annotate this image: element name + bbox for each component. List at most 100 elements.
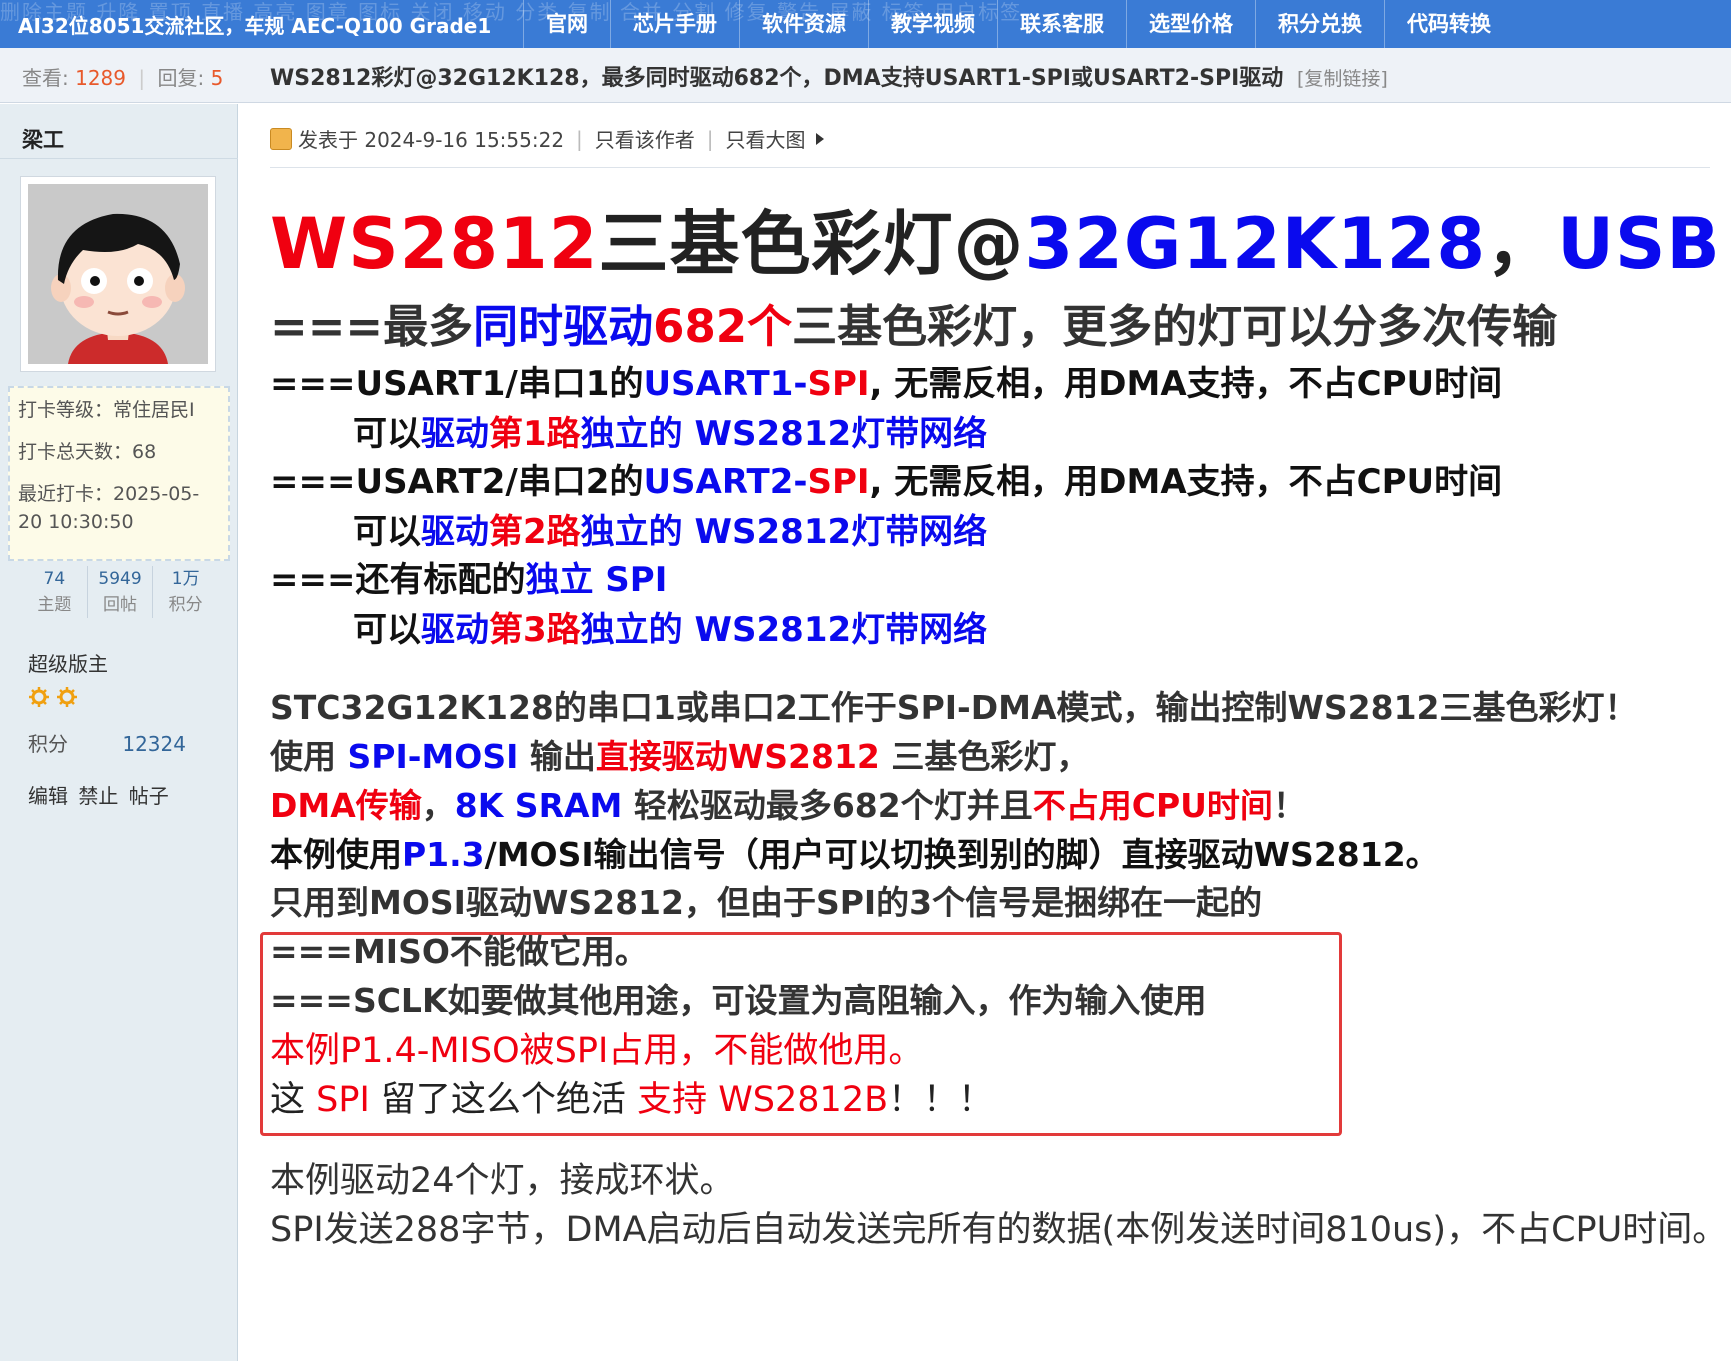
feature-line-channel3: 可以驱动第3路独立的 WS2812灯带网络 [353, 602, 987, 651]
copy-link-button[interactable]: [复制链接] [1297, 68, 1388, 90]
text-part: 独立的 WS2812灯带网络 [580, 512, 988, 552]
thread-title-text: WS2812彩灯@32G12K128，最多同时驱动682个，DMA支持USART… [270, 66, 1284, 91]
ban-user-link[interactable]: 禁止 [78, 784, 118, 808]
score-label: 积分 [28, 732, 68, 756]
paragraph-mosi: 使用 SPI-MOSI 输出直接驱动WS2812 三基色彩灯， [270, 730, 1089, 778]
post-date: 发表于 2024-9-16 15:55:22 [298, 128, 565, 152]
text-part: 支持 WS2812B [637, 1080, 889, 1120]
replies-label: 回复: [157, 66, 205, 90]
author-sidebar: 梁工 打卡等级：常住居民I 打卡总天数：68 最近打卡：2025-05-20 1… [0, 104, 238, 1361]
feature-line-spi: ===还有标配的独立 SPI [270, 552, 667, 601]
views-label: 查看: [22, 66, 69, 90]
user-posts-link[interactable]: 帖子 [129, 784, 169, 808]
text-part: 使用 [270, 737, 348, 776]
topics-count[interactable]: 74 主题 [22, 566, 88, 618]
post-content: 发表于 2024-9-16 15:55:22 | 只看该作者 | 只看大图 WS… [238, 104, 1731, 1361]
text-part: ！！！ [888, 1080, 994, 1120]
text-part: 独立的 WS2812灯带网络 [580, 610, 988, 650]
text-part: USART1- [643, 364, 808, 404]
sidebar-divider [0, 158, 238, 159]
thread-title: WS2812彩灯@32G12K128，最多同时驱动682个，DMA支持USART… [270, 60, 1388, 92]
text-part: 不占用CPU时间 [1032, 786, 1273, 825]
only-author-link[interactable]: 只看该作者 [595, 124, 695, 153]
text-part: 第1路 [489, 414, 581, 454]
text-part: ===USART2/串口2的 [270, 462, 644, 502]
text-part: SPI [807, 364, 870, 404]
text-part: 驱动 [421, 610, 489, 650]
text-part: 独立 SPI [525, 560, 668, 600]
text-part: /MOSI输出信号（用户可以切换到别的脚）直接驱动WS2812。 [484, 835, 1439, 874]
text-part: 驱动 [421, 512, 489, 552]
points-count[interactable]: 1万 积分 [153, 566, 218, 618]
meta-divider: | [576, 126, 583, 151]
text-part: 可以 [353, 512, 421, 552]
text-part: DMA传输 [270, 786, 422, 825]
site-title[interactable]: AI32位8051交流社区，车规 AEC-Q100 Grade1 [18, 10, 523, 39]
posts-count[interactable]: 5949 回帖 [88, 566, 154, 618]
points-number: 1万 [171, 569, 200, 589]
heading-part: 三基色彩灯@ [598, 203, 1025, 285]
post-meta: 发表于 2024-9-16 15:55:22 | 只看该作者 | 只看大图 [270, 124, 824, 153]
nav-item-videos[interactable]: 教学视频 [868, 0, 997, 48]
heading-part: ， [1486, 203, 1558, 285]
author-name[interactable]: 梁工 [22, 124, 64, 154]
feature-line-usart1: ===USART1/串口1的USART1-SPI, 无需反相，用DMA支持，不占… [270, 356, 1502, 405]
heading-part: WS2812 [270, 203, 599, 285]
note-line-2: ===MISO不能做它用。 [270, 932, 648, 971]
text-part: 驱动 [421, 414, 489, 454]
user-rank[interactable]: 超级版主 [28, 648, 108, 677]
feature-line-usart2: ===USART2/串口2的USART2-SPI, 无需反相，用DMA支持，不占… [270, 454, 1502, 503]
admin-actions: 编辑 禁止 帖子 [28, 780, 173, 809]
nav-item-pricing[interactable]: 选型价格 [1126, 0, 1255, 48]
nav-item-points-exchange[interactable]: 积分兑换 [1255, 0, 1384, 48]
nav-item-support[interactable]: 联系客服 [997, 0, 1126, 48]
paragraph-dma: DMA传输，8K SRAM 轻松驱动最多682个灯并且不占用CPU时间！ [270, 779, 1306, 827]
text-part: 第2路 [489, 512, 581, 552]
text-part: 第3路 [489, 610, 581, 650]
paragraph-ws2812b: 这 SPI 留了这么个绝活 支持 WS2812B！！！ [270, 1071, 993, 1122]
nav-item-software[interactable]: 软件资源 [739, 0, 868, 48]
rank-stars [28, 686, 78, 708]
text-part: ！ [1272, 786, 1306, 825]
only-big-images-link[interactable]: 只看大图 [726, 124, 806, 153]
post-heading: WS2812三基色彩灯@32G12K128，USB [270, 188, 1721, 289]
score-value[interactable]: 12324 [122, 732, 186, 756]
text-part: ===USART1/串口1的 [270, 364, 644, 404]
subheading-part: 三基色彩灯，更多的灯可以分多次传输 [792, 300, 1558, 353]
score-row: 积分 12324 [28, 728, 186, 757]
posts-label: 回帖 [103, 595, 137, 615]
text-part: 独立的 WS2812灯带网络 [580, 414, 988, 454]
feature-line-channel2: 可以驱动第2路独立的 WS2812灯带网络 [353, 504, 987, 553]
sun-star-icon [29, 687, 49, 707]
nav-item-official[interactable]: 官网 [523, 0, 610, 48]
text-part: ===还有标配的 [270, 560, 526, 600]
nav-item-datasheet[interactable]: 芯片手册 [610, 0, 739, 48]
text-part: P1.3 [402, 835, 485, 874]
text-part: 本例使用 [270, 835, 402, 874]
meta-divider-line [270, 167, 1710, 168]
text-part: 直接驱动WS2812 [595, 737, 880, 776]
thread-header: 查看: 1289 | 回复: 5 WS2812彩灯@32G12K128，最多同时… [0, 48, 1731, 103]
text-part: SPI [316, 1080, 370, 1120]
text-part: USART2- [643, 462, 808, 502]
paragraph-24-leds: 本例驱动24个灯，接成环状。 [270, 1161, 735, 1201]
edit-user-link[interactable]: 编辑 [28, 784, 68, 808]
replies-count: 5 [210, 66, 224, 90]
checkin-level: 打卡等级：常住居民I [18, 399, 195, 421]
stats-divider: | [138, 66, 146, 90]
subheading-part: 682个 [653, 300, 793, 353]
text-part: SPI-MOSI [347, 737, 519, 776]
note-line-3: ===SCLK如要做其他用途，可设置为高阻输入，作为输入使用 [270, 981, 1207, 1020]
nav-item-code-convert[interactable]: 代码转换 [1384, 0, 1513, 48]
checkin-last: 最近打卡：2025-05-20 10:30:50 [18, 483, 200, 533]
text-part: 这 [270, 1080, 317, 1120]
paragraph-intro: STC32G12K128的串口1或串口2工作于SPI-DMA模式，输出控制WS2… [270, 688, 1638, 727]
avatar[interactable] [20, 176, 216, 372]
triangle-right-icon [815, 132, 824, 145]
subheading-part: 同时驱动 [473, 300, 654, 353]
subheading-part: ===最多 [270, 300, 474, 353]
text-part: 轻松驱动最多682个灯并且 [622, 786, 1033, 825]
author-counts: 74 主题 5949 回帖 1万 积分 [22, 566, 218, 618]
checkin-panel: 打卡等级：常住居民I 打卡总天数：68 最近打卡：2025-05-20 10:3… [8, 386, 230, 561]
text-part: 8K SRAM [454, 786, 623, 825]
